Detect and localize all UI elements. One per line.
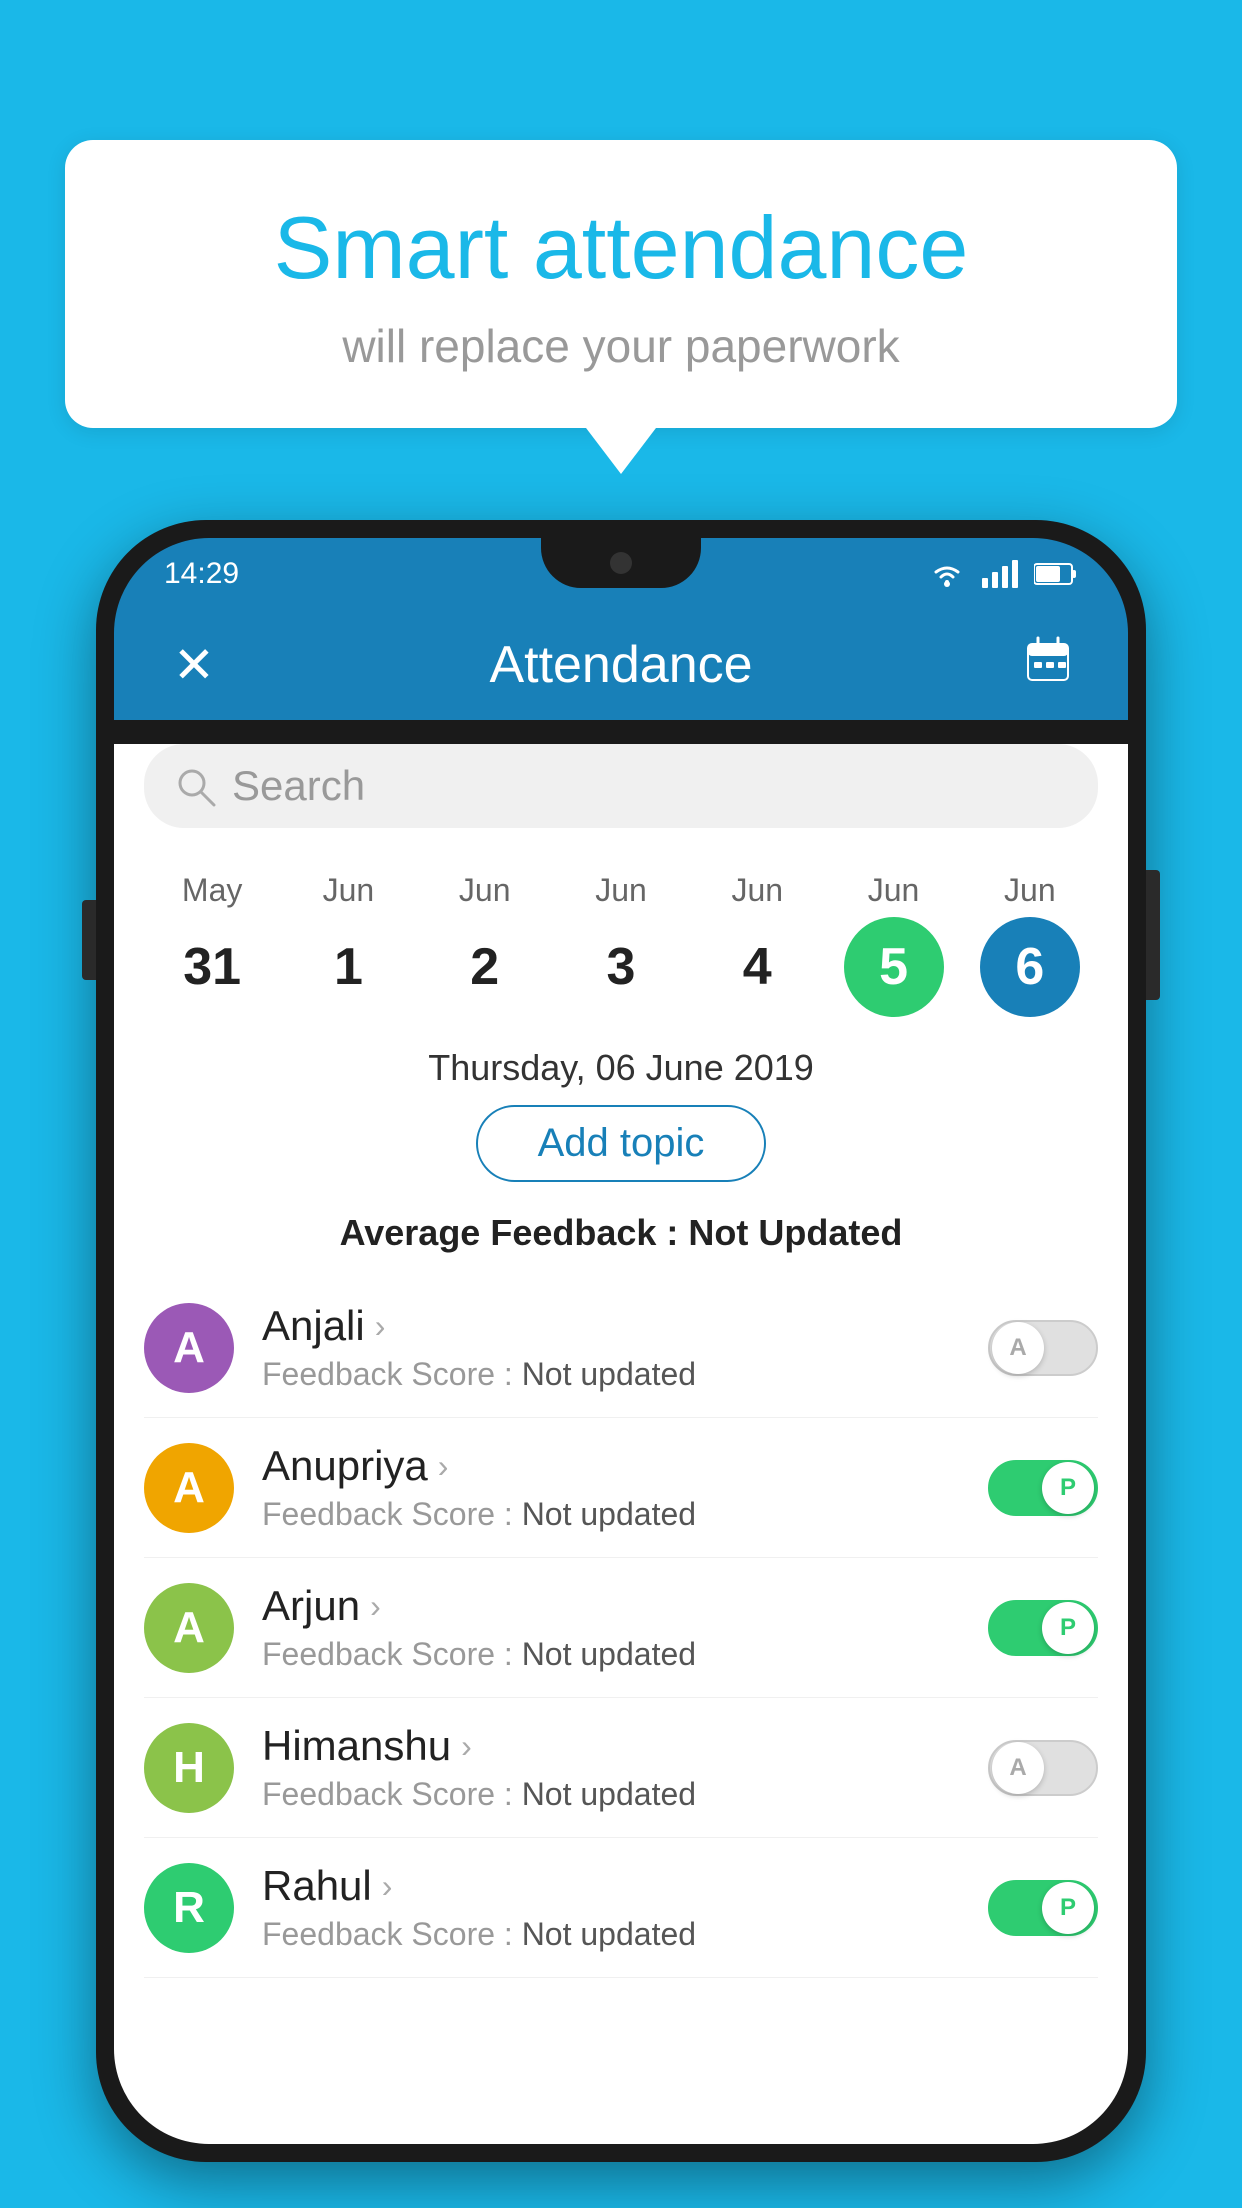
student-info: Anupriya› Feedback Score : Not updated — [262, 1442, 960, 1533]
avatar: A — [144, 1583, 234, 1673]
student-name[interactable]: Anupriya› — [262, 1442, 960, 1490]
calendar-day[interactable]: Jun 2 — [435, 872, 535, 1017]
attendance-toggle[interactable]: P — [988, 1460, 1098, 1516]
search-placeholder: Search — [232, 762, 1068, 810]
cal-date-number: 3 — [571, 917, 671, 1017]
feedback-score: Feedback Score : Not updated — [262, 1916, 960, 1953]
toggle-knob: P — [1042, 1462, 1094, 1514]
add-topic-button[interactable]: Add topic — [476, 1105, 767, 1182]
attendance-toggle[interactable]: A — [988, 1320, 1098, 1376]
cal-date-number: 1 — [298, 917, 398, 1017]
chevron-right-icon: › — [461, 1728, 472, 1765]
cal-month-label: Jun — [1004, 872, 1056, 909]
student-info: Anjali› Feedback Score : Not updated — [262, 1302, 960, 1393]
attendance-toggle[interactable]: P — [988, 1880, 1098, 1936]
calendar-icon — [1024, 636, 1072, 684]
phone-outer: 14:29 — [96, 520, 1146, 2162]
chevron-right-icon: › — [375, 1308, 386, 1345]
avatar: H — [144, 1723, 234, 1813]
cal-month-label: Jun — [323, 872, 375, 909]
cal-month-label: Jun — [595, 872, 647, 909]
student-name[interactable]: Arjun› — [262, 1582, 960, 1630]
close-icon: ✕ — [173, 637, 215, 693]
phone-inner: 14:29 — [114, 538, 1128, 2144]
avg-feedback: Average Feedback : Not Updated — [114, 1202, 1128, 1278]
avatar: A — [144, 1303, 234, 1393]
bubble-title: Smart attendance — [115, 200, 1127, 297]
student-item: A Arjun› Feedback Score : Not updated P — [144, 1558, 1098, 1698]
app-bar: ✕ Attendance — [114, 610, 1128, 720]
notch-camera — [610, 552, 632, 574]
close-button[interactable]: ✕ — [164, 636, 224, 694]
feedback-score: Feedback Score : Not updated — [262, 1496, 960, 1533]
notch — [541, 538, 701, 588]
screen-content: Search May 31 Jun 1 Jun 2 Jun 3 Jun 4 Jun 5 Jun 6 Thu… — [114, 744, 1128, 2144]
calendar-day[interactable]: Jun 3 — [571, 872, 671, 1017]
battery-icon — [1034, 562, 1078, 586]
feedback-score: Feedback Score : Not updated — [262, 1636, 960, 1673]
calendar-button[interactable] — [1018, 636, 1078, 695]
calendar-day[interactable]: Jun 1 — [298, 872, 398, 1017]
cal-date-number: 31 — [162, 917, 262, 1017]
toggle-knob: A — [992, 1742, 1044, 1794]
wifi-icon — [928, 560, 966, 588]
selected-date-label: Thursday, 06 June 2019 — [114, 1027, 1128, 1105]
chevron-right-icon: › — [382, 1868, 393, 1905]
chevron-right-icon: › — [370, 1588, 381, 1625]
cal-month-label: Jun — [731, 872, 783, 909]
student-name[interactable]: Himanshu› — [262, 1722, 960, 1770]
calendar-day[interactable]: Jun 5 — [844, 872, 944, 1017]
student-item: A Anjali› Feedback Score : Not updated A — [144, 1278, 1098, 1418]
cal-month-label: Jun — [868, 872, 920, 909]
cal-month-label: May — [182, 872, 242, 909]
cal-date-number: 5 — [844, 917, 944, 1017]
student-list: AAnjali›Feedback Score : Not updatedAAAn… — [114, 1278, 1128, 1978]
speech-bubble-wrapper: Smart attendance will replace your paper… — [65, 140, 1177, 428]
signal-icon — [982, 560, 1018, 588]
search-icon — [174, 765, 216, 807]
cal-date-number: 4 — [707, 917, 807, 1017]
cal-month-label: Jun — [459, 872, 511, 909]
toggle-knob: A — [992, 1322, 1044, 1374]
avatar: R — [144, 1863, 234, 1953]
phone-wrapper: 14:29 — [96, 520, 1146, 2162]
attendance-toggle[interactable]: A — [988, 1740, 1098, 1796]
search-bar[interactable]: Search — [144, 744, 1098, 828]
toggle-knob: P — [1042, 1602, 1094, 1654]
attendance-toggle[interactable]: P — [988, 1600, 1098, 1656]
speech-bubble: Smart attendance will replace your paper… — [65, 140, 1177, 428]
student-name[interactable]: Anjali› — [262, 1302, 960, 1350]
cal-date-number: 2 — [435, 917, 535, 1017]
avatar: A — [144, 1443, 234, 1533]
student-item: A Anupriya› Feedback Score : Not updated P — [144, 1418, 1098, 1558]
background: Smart attendance will replace your paper… — [0, 0, 1242, 2208]
chevron-right-icon: › — [438, 1448, 449, 1485]
toggle-knob: P — [1042, 1882, 1094, 1934]
student-item: R Rahul› Feedback Score : Not updated P — [144, 1838, 1098, 1978]
calendar-strip: May 31 Jun 1 Jun 2 Jun 3 Jun 4 Jun 5 Jun 6 — [114, 852, 1128, 1027]
student-info: Rahul› Feedback Score : Not updated — [262, 1862, 960, 1953]
app-bar-title: Attendance — [224, 635, 1018, 695]
calendar-day[interactable]: Jun 4 — [707, 872, 807, 1017]
feedback-score: Feedback Score : Not updated — [262, 1776, 960, 1813]
student-info: Himanshu› Feedback Score : Not updated — [262, 1722, 960, 1813]
student-item: H Himanshu› Feedback Score : Not updated A — [144, 1698, 1098, 1838]
student-name[interactable]: Rahul› — [262, 1862, 960, 1910]
feedback-score: Feedback Score : Not updated — [262, 1356, 960, 1393]
status-icons — [928, 560, 1078, 588]
calendar-day[interactable]: May 31 — [162, 872, 262, 1017]
bubble-subtitle: will replace your paperwork — [115, 319, 1127, 373]
calendar-day[interactable]: Jun 6 — [980, 872, 1080, 1017]
cal-date-number: 6 — [980, 917, 1080, 1017]
student-info: Arjun› Feedback Score : Not updated — [262, 1582, 960, 1673]
